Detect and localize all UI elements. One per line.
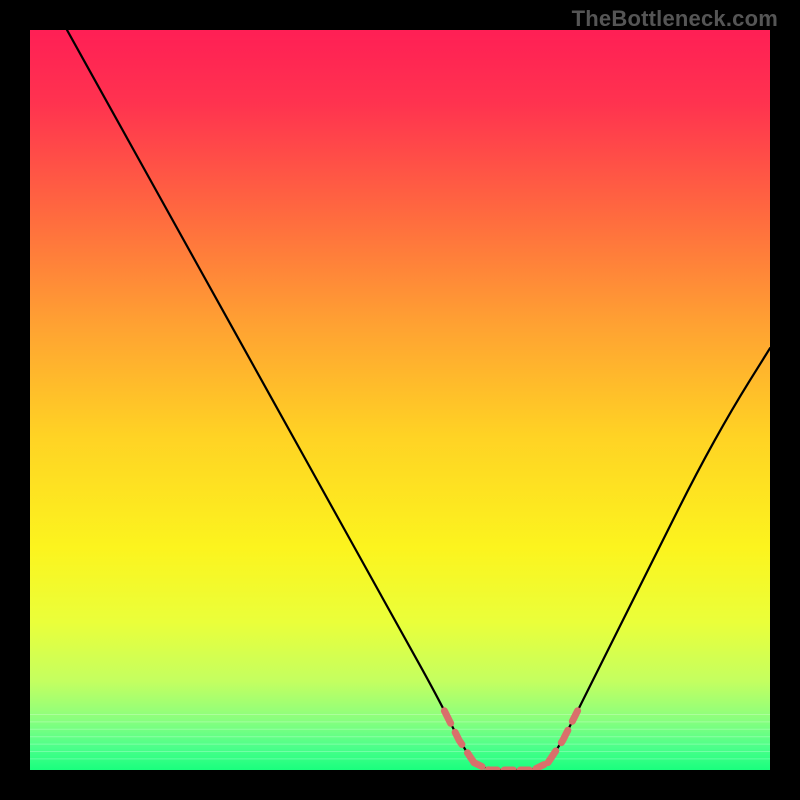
curve-layer (30, 30, 770, 770)
bottleneck-curve (67, 30, 770, 770)
chart-stage: TheBottleneck.com (0, 0, 800, 800)
watermark-text: TheBottleneck.com (572, 6, 778, 32)
plot-area (30, 30, 770, 770)
bottleneck-zone-markers (444, 711, 577, 770)
